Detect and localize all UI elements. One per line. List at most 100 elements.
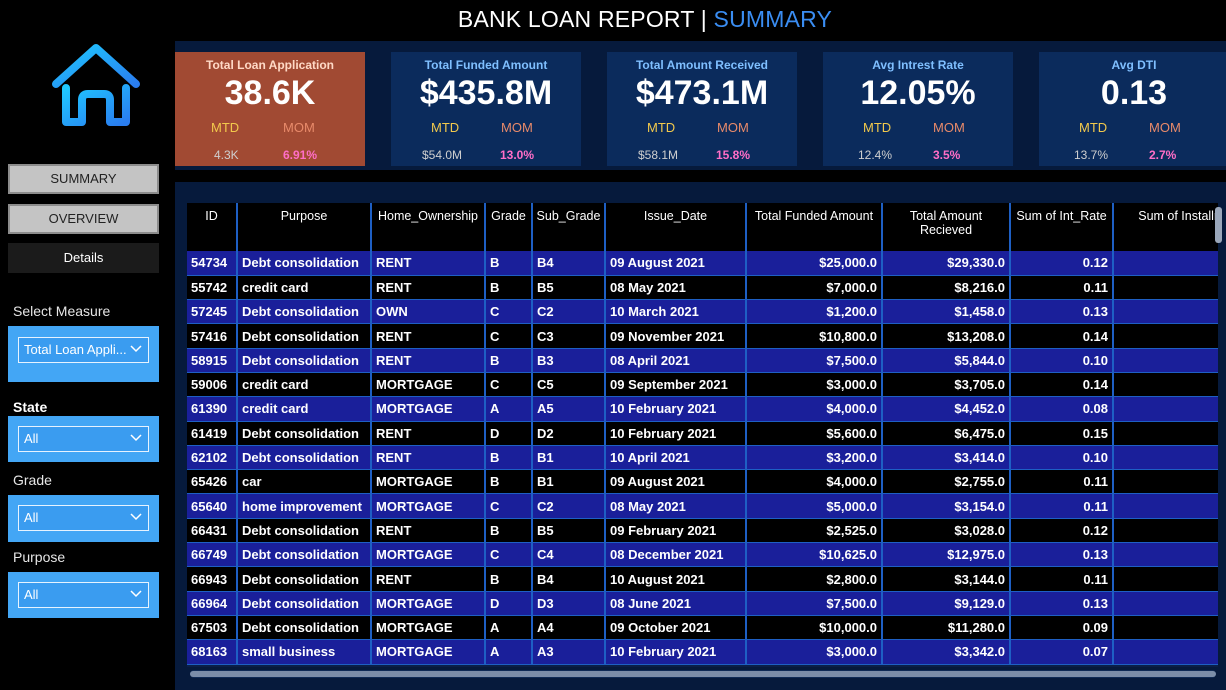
table-row[interactable]: 62102 Debt consolidation RENT B B1 10 April 2…	[187, 445, 1218, 471]
measure-dropdown[interactable]: Total Loan Appli...	[18, 337, 149, 363]
table-row[interactable]: 54734 Debt consolidation RENT B B4 09 August …	[187, 251, 1218, 276]
table-cell: 58915	[187, 348, 238, 373]
table-cell: 10 August 2021	[605, 566, 747, 592]
overview-button[interactable]: OVERVIEW	[8, 204, 159, 234]
table-row[interactable]: 59006 credit card MORTGAGE C C5 09 September …	[187, 372, 1218, 398]
table-row[interactable]: 68163 small business MORTGAGE A A3 10 Februar…	[187, 639, 1218, 665]
table-cell: 0.12	[1010, 251, 1114, 276]
table-row[interactable]: 66431 Debt consolidation RENT B B5 09 Februar…	[187, 518, 1218, 544]
table-cell: 0.13	[1010, 299, 1114, 325]
column-header[interactable]: Total Funded Amount	[746, 203, 883, 251]
table-cell: car	[237, 469, 372, 495]
column-header[interactable]: Sum of Installment	[1113, 203, 1218, 251]
table-cell: 59006	[187, 372, 238, 398]
vertical-scrollbar-thumb[interactable]	[1215, 207, 1222, 243]
table-cell: $5,844.0	[882, 348, 1011, 373]
table-cell: credit card	[237, 372, 372, 398]
kpi-value: $435.8M	[419, 74, 553, 112]
kpi-title: Avg DTI	[1111, 58, 1157, 72]
details-button[interactable]: Details	[8, 243, 159, 273]
table-row[interactable]: 66964 Debt consolidation MORTGAGE D D3 08 Jun…	[187, 591, 1218, 616]
table-row[interactable]: 66749 Debt consolidation MORTGAGE C C4 08 Dec…	[187, 542, 1218, 568]
table-row[interactable]: 58915 Debt consolidation RENT B B3 08 April 2…	[187, 348, 1218, 373]
table-cell: B	[485, 518, 533, 544]
column-header[interactable]: Sub_Grade	[532, 203, 606, 251]
table-cell: B3	[532, 348, 606, 373]
table-row[interactable]: 61390 credit card MORTGAGE A A5 10 February 2…	[187, 396, 1218, 422]
table-row[interactable]: 67503 Debt consolidation MORTGAGE A A4 09 Oct…	[187, 615, 1218, 641]
column-header[interactable]: Grade	[485, 203, 533, 251]
grade-dropdown[interactable]: All	[18, 505, 149, 531]
table-cell: 360.4	[1113, 542, 1218, 568]
table-cell: 08 December 2021	[605, 542, 747, 568]
column-header[interactable]: ID	[187, 203, 238, 251]
table-row[interactable]: 65640 home improvement MORTGAGE C C2 08 May 2…	[187, 493, 1218, 519]
kpi-mom-value: 2.7%	[1149, 148, 1177, 162]
table-cell: D2	[532, 421, 606, 446]
table-cell: 829.1	[1113, 251, 1218, 276]
chevron-down-icon	[130, 434, 142, 442]
table-cell: 0.09	[1010, 615, 1114, 641]
table-cell: 10 March 2021	[605, 299, 747, 325]
table-row[interactable]: 57416 Debt consolidation RENT C C3 09 Novembe…	[187, 323, 1218, 349]
table-cell: 0.13	[1010, 591, 1114, 616]
kpi-card-total-loan-application[interactable]: Total Loan Application 38.6K MTD MOM 4.3…	[175, 52, 365, 166]
table-cell: 65426	[187, 469, 238, 495]
table-row[interactable]: 61419 Debt consolidation RENT D D2 10 Februar…	[187, 421, 1218, 446]
table-row[interactable]: 57245 Debt consolidation OWN C C2 10 March 20…	[187, 299, 1218, 325]
table-cell: 68163	[187, 639, 238, 665]
loan-details-table[interactable]: ID Purpose Home_Ownership Grade Sub_Grade Iss…	[187, 203, 1218, 667]
state-value: All	[24, 431, 39, 446]
table-cell: $5,000.0	[746, 493, 883, 519]
chevron-down-icon	[130, 590, 142, 598]
column-header[interactable]: Home_Ownership	[371, 203, 486, 251]
table-cell: $6,475.0	[882, 421, 1011, 446]
table-cell: D	[485, 591, 533, 616]
state-dropdown[interactable]: All	[18, 426, 149, 452]
kpi-card-total-funded-amount[interactable]: Total Funded Amount $435.8M MTD MOM $54.…	[391, 52, 581, 166]
table-cell: credit card	[237, 396, 372, 422]
table-cell: Debt consolidation	[237, 542, 372, 568]
kpi-card-total-amount-received[interactable]: Total Amount Received $473.1M MTD MOM $5…	[607, 52, 797, 166]
column-header[interactable]: Purpose	[237, 203, 372, 251]
kpi-mom-value: 6.91%	[283, 148, 318, 162]
table-row[interactable]: 66943 Debt consolidation RENT B B4 10 August …	[187, 566, 1218, 592]
table-cell: 08 May 2021	[605, 493, 747, 519]
vertical-scrollbar[interactable]	[1215, 207, 1223, 667]
kpi-mtd-label: MTD	[863, 120, 892, 135]
table-cell: 65640	[187, 493, 238, 519]
table-row[interactable]: 65426 car MORTGAGE B B1 09 August 2021 $4,000.…	[187, 469, 1218, 495]
table-cell: home improvement	[237, 493, 372, 519]
table-cell: B4	[532, 251, 606, 276]
table-cell: $7,500.0	[746, 591, 883, 616]
column-header[interactable]: Sum of Int_Rate	[1010, 203, 1114, 251]
kpi-mtd-value: 13.7%	[1074, 148, 1109, 162]
column-header[interactable]: Issue_Date	[605, 203, 747, 251]
table-row[interactable]: 55742 credit card RENT B B5 08 May 2021 $7,000…	[187, 275, 1218, 301]
kpi-mtd-label: MTD	[431, 120, 460, 135]
purpose-dropdown[interactable]: All	[18, 582, 149, 608]
table-cell: Debt consolidation	[237, 518, 372, 544]
column-header[interactable]: Total Amount Recieved	[882, 203, 1011, 251]
title-main: BANK LOAN REPORT |	[457, 6, 714, 32]
state-label: State	[13, 399, 48, 415]
table-cell: $3,342.0	[882, 639, 1011, 665]
table-cell: $10,800.0	[746, 323, 883, 349]
table-cell: 10 February 2021	[605, 421, 747, 446]
table-cell: 228.2	[1113, 275, 1218, 301]
table-cell: D3	[532, 591, 606, 616]
table-cell: 55742	[187, 275, 238, 301]
kpi-title: Total Loan Application	[206, 58, 334, 72]
kpi-card-avg-dti[interactable]: Avg DTI 0.13 MTD MOM 13.7% 2.7%	[1039, 52, 1226, 166]
table-cell: 0.10	[1010, 348, 1114, 373]
page-title: BANK LOAN REPORT | SUMMARY	[0, 6, 1226, 33]
table-cell: 66431	[187, 518, 238, 544]
table-cell: 57416	[187, 323, 238, 349]
home-icon[interactable]	[50, 42, 142, 130]
kpi-card-avg-interest-rate[interactable]: Avg Intrest Rate 12.05% MTD MOM 12.4% 3.…	[823, 52, 1013, 166]
summary-button[interactable]: SUMMARY	[8, 164, 159, 194]
horizontal-scrollbar[interactable]	[190, 670, 1216, 678]
horizontal-scrollbar-thumb[interactable]	[190, 671, 1216, 677]
table-cell: RENT	[371, 323, 486, 349]
table-cell: 0.12	[1010, 518, 1114, 544]
